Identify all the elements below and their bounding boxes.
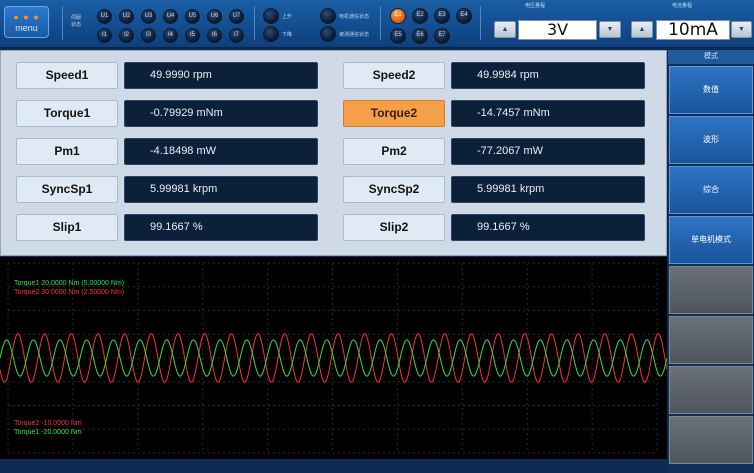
top-toolbar: ● ● ● menu 伺服 状态 电压量程 ▲ 3V ▼ 电流量程 ▲ 10mA… xyxy=(0,0,754,48)
current-range-title: 电流量程 xyxy=(672,3,693,9)
speed1-label-button[interactable]: Speed1 xyxy=(16,62,118,89)
voltage-increase-button[interactable]: ▼ xyxy=(599,21,621,38)
syncsp1-label-button[interactable]: SyncSp1 xyxy=(16,176,118,203)
legend-entry: Torque1 20.0000 Nm (5.00000 Nm) xyxy=(14,280,125,287)
i-i3-indicator: I3 xyxy=(141,28,156,43)
u-u5-indicator: U5 xyxy=(185,9,200,24)
empty-mode-slot xyxy=(669,316,753,364)
speed2-value: 49.9984 rpm xyxy=(451,62,645,89)
mode-sidebar: 模式 数值 波形 综合 单电机模式 xyxy=(668,50,754,473)
error-e4-indicator: E4 xyxy=(456,8,472,24)
speed1-value: 49.9990 rpm xyxy=(124,62,318,89)
torque1-value: -0.79929 mNm xyxy=(124,100,318,127)
slip2-label-button[interactable]: Slip2 xyxy=(343,214,445,241)
sidebar-header: 模式 xyxy=(668,50,754,64)
error-e2-indicator: E2 xyxy=(412,8,428,24)
status-indicator-label: 下降 xyxy=(282,32,293,38)
u-u2-indicator: U2 xyxy=(119,9,134,24)
i-i2-indicator: I2 xyxy=(119,28,134,43)
torque1-label-button[interactable]: Torque1 xyxy=(16,100,118,127)
pm2-value: -77.2067 mW xyxy=(451,138,645,165)
u-u7-indicator: U7 xyxy=(229,9,244,24)
pm2-label-button[interactable]: Pm2 xyxy=(343,138,445,165)
current-range-value: 10mA xyxy=(656,20,730,40)
waveform-scope: Torque1 20.0000 Nm (5.00000 Nm) Torque2 3… xyxy=(0,257,667,459)
empty-mode-slot xyxy=(669,366,753,414)
divider xyxy=(480,6,481,40)
divider xyxy=(62,6,63,40)
menu-dots-icon: ● ● ● xyxy=(13,12,40,22)
torque2-label-button[interactable]: Torque2 xyxy=(343,100,445,127)
readout-panel: Speed1 49.9990 rpm Torque1 -0.79929 mNm Pm1-… xyxy=(0,50,667,256)
status-indicator-label: 电机通信状态 xyxy=(339,14,370,20)
legend-entry: Torque1 -20.0000 Nm xyxy=(14,429,82,436)
legend-entry: Torque2 30.0000 Nm (2.50000 Nm) xyxy=(14,289,125,296)
i-i5-indicator: I5 xyxy=(185,28,200,43)
syncsp2-label-button[interactable]: SyncSp2 xyxy=(343,176,445,203)
mode-button-2[interactable]: 波形 xyxy=(669,116,753,164)
status-indicator-light xyxy=(263,26,279,42)
menu-label: menu xyxy=(15,23,38,33)
status-label: 伺服 状态 xyxy=(71,15,82,28)
legend-entry: Torque2 -10.0000 Nm xyxy=(14,420,82,427)
i-i4-indicator: I4 xyxy=(163,28,178,43)
u-u4-indicator: U4 xyxy=(163,9,178,24)
i-i1-indicator: I1 xyxy=(97,28,112,43)
pm1-label-button[interactable]: Pm1 xyxy=(16,138,118,165)
error-e1-indicator: E1 xyxy=(390,8,406,24)
empty-mode-slot xyxy=(669,416,753,464)
slip2-value: 99.1667 % xyxy=(451,214,645,241)
status-indicator-label: 被测通信状态 xyxy=(339,32,370,38)
syncsp1-value: 5.99981 krpm xyxy=(124,176,318,203)
mode-button-3[interactable]: 综合 xyxy=(669,166,753,214)
mode-button-1[interactable]: 数值 xyxy=(669,66,753,114)
slip1-label-button[interactable]: Slip1 xyxy=(16,214,118,241)
u-u3-indicator: U3 xyxy=(141,9,156,24)
status-indicator-light xyxy=(320,26,336,42)
u-u6-indicator: U6 xyxy=(207,9,222,24)
slip1-value: 99.1667 % xyxy=(124,214,318,241)
bottom-bar xyxy=(0,459,668,473)
empty-mode-slot xyxy=(669,266,753,314)
error-e7-indicator: E7 xyxy=(434,28,450,44)
current-decrease-button[interactable]: ▲ xyxy=(631,21,653,38)
u-u1-indicator: U1 xyxy=(97,9,112,24)
torque2-value: -14.7457 mNm xyxy=(451,100,645,127)
voltage-range-value: 3V xyxy=(518,20,597,40)
error-e3-indicator: E3 xyxy=(434,8,450,24)
status-indicator-light xyxy=(263,8,279,24)
current-increase-button[interactable]: ▼ xyxy=(731,21,752,38)
divider xyxy=(254,6,255,40)
divider xyxy=(380,6,381,40)
syncsp2-value: 5.99981 krpm xyxy=(451,176,645,203)
menu-button[interactable]: ● ● ● menu xyxy=(4,6,49,38)
i-i7-indicator: I7 xyxy=(229,28,244,43)
mode-button-4[interactable]: 单电机模式 xyxy=(669,216,753,264)
pm1-value: -4.18498 mW xyxy=(124,138,318,165)
status-indicator-label: 上升 xyxy=(282,14,293,20)
error-e5-indicator: E5 xyxy=(390,28,406,44)
i-i6-indicator: I6 xyxy=(207,28,222,43)
voltage-decrease-button[interactable]: ▲ xyxy=(494,21,516,38)
status-indicator-light xyxy=(320,8,336,24)
error-e6-indicator: E6 xyxy=(412,28,428,44)
voltage-range-title: 电压量程 xyxy=(525,3,546,9)
speed2-label-button[interactable]: Speed2 xyxy=(343,62,445,89)
waveform-plot xyxy=(0,262,667,454)
